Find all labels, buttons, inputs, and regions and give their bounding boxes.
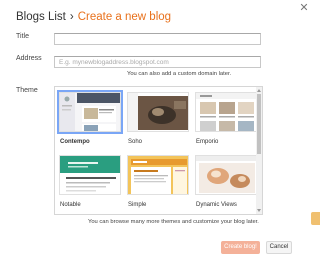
- theme-picker: Contempo Soho Emporio Notable Simple Dyn…: [54, 86, 263, 215]
- address-label: Address: [16, 55, 42, 62]
- title-input[interactable]: [54, 33, 261, 45]
- create-blog-dialog: ✕ Blogs List › Create a new blog Title Add…: [0, 0, 320, 271]
- breadcrumb-separator: ›: [69, 11, 74, 23]
- title-label: Title: [16, 33, 29, 40]
- scroll-up-icon[interactable]: [257, 89, 261, 92]
- theme-preview-emporio: [195, 92, 257, 132]
- theme-name: Simple: [128, 202, 147, 208]
- theme-name: Soho: [128, 139, 143, 145]
- theme-preview-dynamic-views: [195, 155, 257, 195]
- theme-preview-notable: [59, 155, 121, 195]
- theme-preview-soho: [127, 92, 189, 132]
- page-title: Create a new blog: [77, 11, 172, 23]
- cancel-button[interactable]: Cancel: [266, 241, 292, 254]
- address-input[interactable]: [54, 56, 261, 68]
- close-icon[interactable]: ✕: [298, 2, 310, 14]
- theme-label: Theme: [16, 87, 38, 94]
- themes-hint: You can browse many more themes and cust…: [88, 219, 259, 225]
- theme-name: Notable: [60, 202, 81, 208]
- theme-scrollbar[interactable]: [256, 87, 262, 214]
- theme-name: Emporio: [196, 139, 219, 145]
- theme-name: Contempo: [60, 139, 90, 145]
- breadcrumb-blogs-list[interactable]: Blogs List: [16, 11, 66, 23]
- scroll-down-icon[interactable]: [257, 209, 261, 212]
- side-feedback-tab[interactable]: [311, 212, 320, 225]
- create-blog-button[interactable]: Create blog!: [221, 241, 260, 254]
- scrollbar-thumb[interactable]: [257, 94, 261, 154]
- dialog-header: Blogs List › Create a new blog: [16, 11, 171, 23]
- theme-preview-contempo: [57, 90, 123, 134]
- theme-name: Dynamic Views: [196, 202, 237, 208]
- theme-preview-simple: [127, 155, 189, 195]
- custom-domain-hint: You can also add a custom domain later.: [127, 71, 232, 77]
